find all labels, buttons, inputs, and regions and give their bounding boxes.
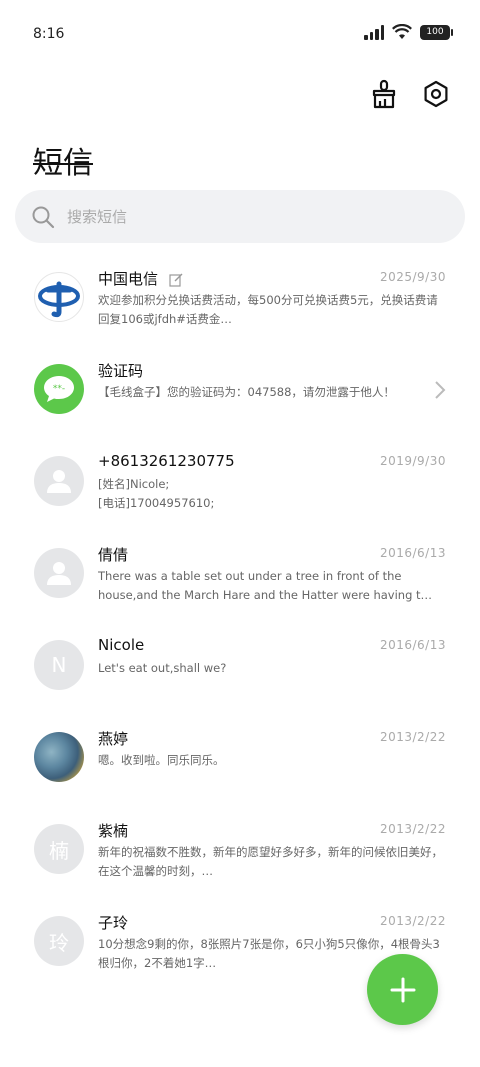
status-bar: 8:16 100 — [0, 0, 480, 66]
conversation-item[interactable]: 中国电信 2025/9/30 欢迎参加积分兑换话费活动，每500分可兑换话费5元… — [0, 258, 480, 350]
conversation-date: 2013/2/22 — [379, 914, 446, 928]
conversation-date: 2013/2/22 — [379, 822, 446, 836]
status-time: 8:16 — [33, 26, 65, 42]
conversation-name: 子玲 — [98, 914, 129, 932]
china-telecom-logo-avatar — [34, 272, 84, 322]
conversation-item[interactable]: +8613261230775 2019/9/30 [姓名]Nicole; [电话… — [0, 442, 480, 534]
conversation-preview: 新年的祝福数不胜数，新年的愿望好多好多，新年的问候依旧美好，在这个温馨的时刻，… — [98, 845, 443, 878]
conversation-name: +8613261230775 — [98, 452, 235, 470]
conversation-item[interactable]: 楠 紫楠 2013/2/22 新年的祝福数不胜数，新年的愿望好多好多，新年的问候… — [0, 810, 480, 902]
conversation-name: 燕婷 — [98, 730, 129, 748]
conversation-item[interactable]: 倩倩 2016/6/13 There was a table set out u… — [0, 534, 480, 626]
status-icons: 100 — [364, 24, 453, 40]
conversation-name: 中国电信 — [98, 268, 183, 289]
clean-button[interactable] — [366, 76, 402, 112]
avatar-initial: N — [51, 653, 67, 677]
conversation-preview: There was a table set out under a tree i… — [98, 569, 433, 602]
conversation-date: 2019/9/30 — [379, 454, 446, 468]
svg-text:**-: **- — [53, 384, 65, 394]
avatar-initial: 玲 — [49, 930, 69, 955]
conversation-date: 2013/2/22 — [379, 730, 446, 744]
top-actions — [366, 76, 454, 112]
initial-avatar: 玲 — [34, 916, 84, 966]
chat-bubble-avatar: **- — [34, 364, 84, 414]
chat-bubble-icon: **- — [44, 376, 74, 402]
conversation-preview: 【毛线盒子】您的验证码为：047588，请勿泄露于他人！ — [98, 385, 395, 399]
new-message-button[interactable] — [367, 954, 438, 1025]
conversation-name: 紫楠 — [98, 822, 129, 840]
search-bar[interactable] — [15, 190, 465, 243]
chevron-right-icon — [435, 381, 446, 399]
conversation-item[interactable]: **- 验证码 【毛线盒子】您的验证码为：047588，请勿泄露于他人！ — [0, 350, 480, 442]
china-telecom-logo-icon — [38, 281, 80, 318]
broom-icon — [372, 79, 396, 109]
person-avatar — [34, 548, 84, 598]
signal-icon — [364, 24, 384, 40]
person-avatar — [34, 456, 84, 506]
person-icon — [47, 562, 71, 585]
conversation-item[interactable]: 燕婷 2013/2/22 嗯。收到啦。同乐同乐。 — [0, 718, 480, 810]
settings-button[interactable] — [418, 76, 454, 112]
person-icon — [47, 470, 71, 493]
conversation-preview: 嗯。收到啦。同乐同乐。 — [98, 753, 225, 767]
conversation-preview: 欢迎参加积分兑换话费活动，每500分可兑换话费5元，兑换话费请回复106或jfd… — [98, 293, 438, 326]
conversation-date: 2016/6/13 — [379, 546, 446, 560]
plus-icon — [390, 977, 415, 1002]
search-icon — [32, 206, 55, 228]
avatar-initial: 楠 — [49, 838, 69, 863]
conversation-date: 2025/9/30 — [379, 270, 446, 284]
conversation-name: 验证码 — [98, 362, 144, 380]
edit-icon — [169, 273, 183, 287]
conversation-list: 中国电信 2025/9/30 欢迎参加积分兑换话费活动，每500分可兑换话费5元… — [0, 258, 480, 994]
conversation-item[interactable]: N Nicole 2016/6/13 Let's eat out,shall w… — [0, 626, 480, 718]
conversation-name: Nicole — [98, 636, 145, 654]
initial-avatar: 楠 — [34, 824, 84, 874]
conversation-name: 倩倩 — [98, 546, 129, 564]
settings-icon — [424, 80, 448, 108]
photo-avatar — [34, 732, 84, 782]
conversation-date: 2016/6/13 — [379, 638, 446, 652]
wifi-icon — [392, 24, 412, 39]
battery-level: 100 — [426, 27, 444, 37]
initial-avatar: N — [34, 640, 84, 690]
page-title: 短信 — [33, 146, 93, 181]
search-input[interactable] — [67, 207, 407, 226]
conversation-preview: [姓名]Nicole; [电话]17004957610; — [98, 477, 215, 510]
conversation-preview: Let's eat out,shall we? — [98, 661, 227, 675]
battery-icon: 100 — [420, 24, 453, 40]
